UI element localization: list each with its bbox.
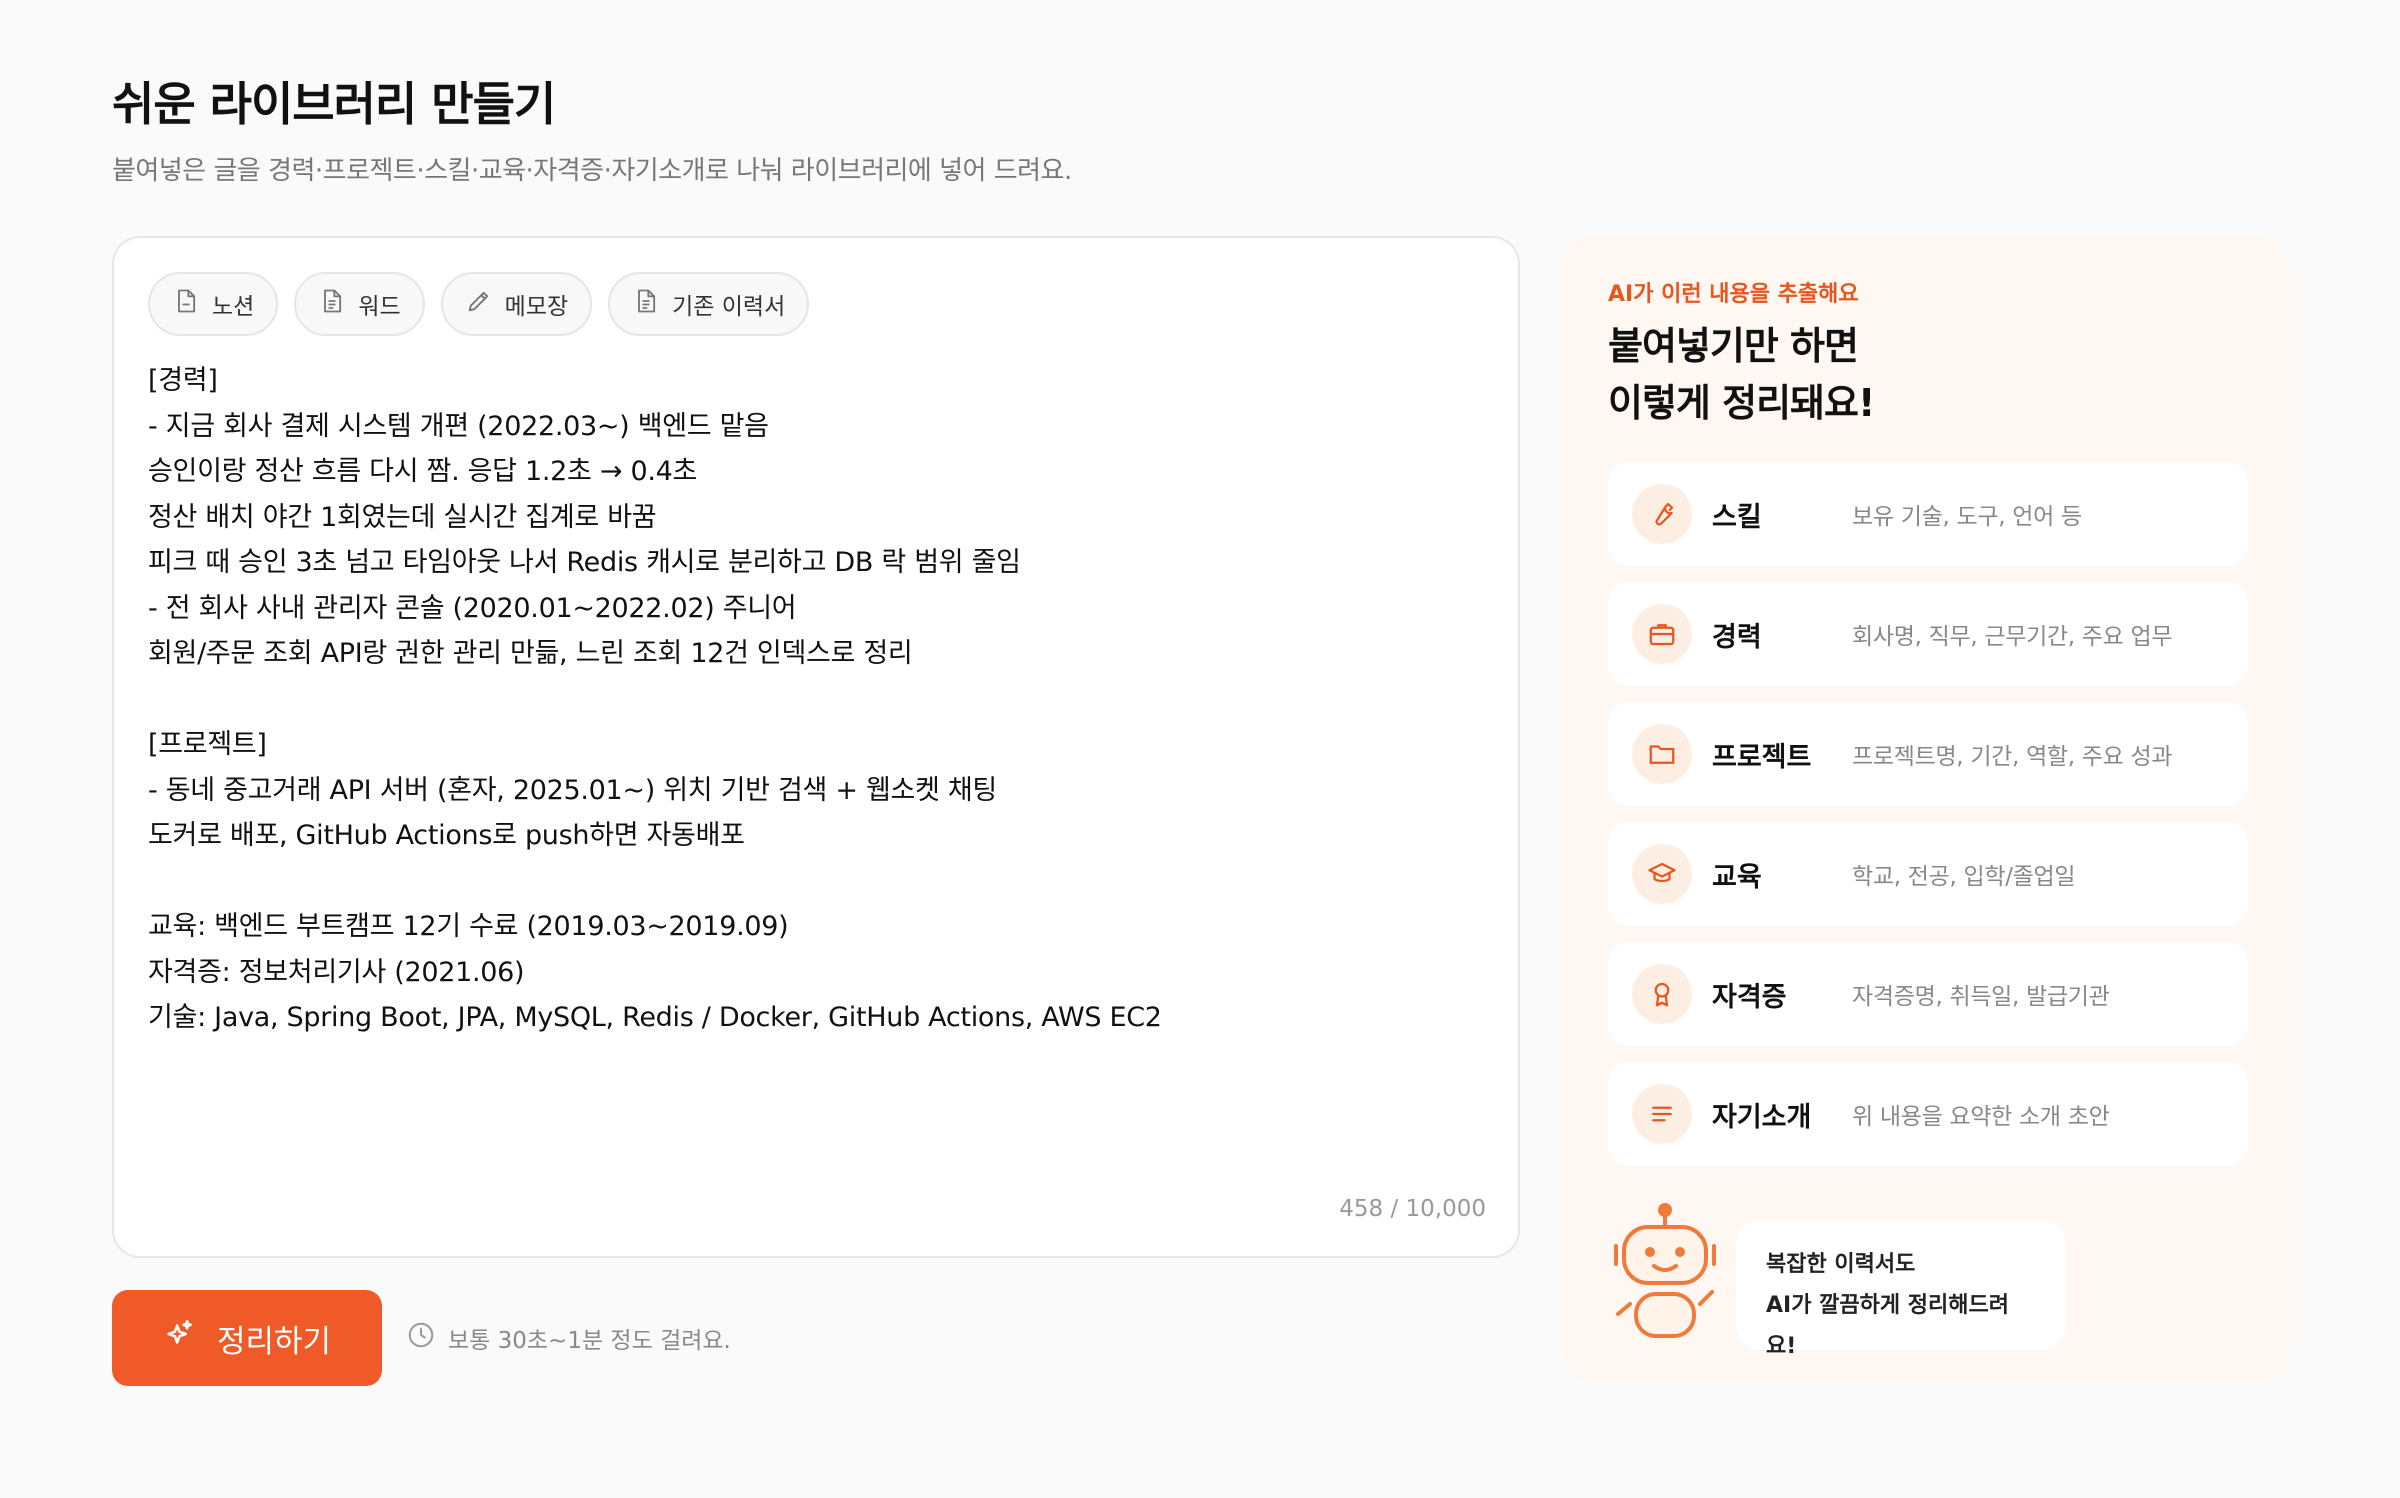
text-line: [경력] (148, 365, 218, 396)
source-chips: 노션 워드 메모장 기존 이력서 (148, 272, 810, 336)
chip-notion[interactable]: 노션 (148, 272, 279, 336)
category-name: 경력 (1712, 621, 1762, 653)
briefcase-icon (1632, 604, 1692, 664)
document-lines-icon (318, 287, 346, 321)
document-icon (172, 287, 200, 321)
chip-existing-resume[interactable]: 기존 이력서 (608, 272, 810, 336)
wrench-icon (1632, 484, 1692, 544)
panel-title: 붙여넣기만 하면 이렇게 정리돼요! (1608, 318, 1875, 432)
category-project: 프로젝트 프로젝트명, 기간, 역할, 주요 성과 (1608, 702, 2248, 806)
chip-label: 메모장 (504, 294, 569, 320)
speech-bubble: 복잡한 이력서도 AI가 깔끔하게 정리해드려요! (1736, 1220, 2066, 1359)
category-name: 스킬 (1712, 501, 1762, 533)
category-name: 자격증 (1712, 981, 1787, 1013)
category-desc: 프로젝트명, 기간, 역할, 주요 성과 (1852, 744, 2173, 770)
category-desc: 회사명, 직무, 근무기간, 주요 업무 (1852, 624, 2173, 650)
category-skill: 스킬 보유 기술, 도구, 언어 등 (1608, 462, 2248, 566)
chip-word[interactable]: 워드 (294, 272, 425, 336)
panel-eyebrow: AI가 이런 내용을 추출해요 (1608, 282, 1859, 307)
category-name: 프로젝트 (1712, 741, 1812, 773)
editor-textarea[interactable]: [경력] - 지금 회사 결제 시스템 개편 (2022.03~) 백엔드 맡음… (148, 358, 1488, 1041)
document-lines-icon (632, 287, 660, 321)
text-line (148, 677, 1488, 723)
category-desc: 위 내용을 요약한 소개 초안 (1852, 1104, 2110, 1130)
robot-mascot-icon (1614, 1203, 1716, 1338)
text-line: 승인이랑 정산 흐름 다시 짬. 응답 1.2초 → 0.4초 (148, 456, 698, 487)
bubble-line: AI가 깔끔하게 정리해드려요! (1766, 1293, 2009, 1359)
panel-title-line: 붙여넣기만 하면 (1608, 324, 1859, 368)
pencil-icon (465, 287, 493, 321)
text-line: - 지금 회사 결제 시스템 개편 (2022.03~) 백엔드 맡음 (148, 410, 769, 442)
text-line: 피크 때 승인 3초 넘고 타임아웃 나서 Redis 캐시로 분리하고 DB … (148, 547, 1021, 578)
text-line: 기술: Java, Spring Boot, JPA, MySQL, Redis… (148, 1002, 1162, 1033)
chip-label: 노션 (212, 294, 255, 320)
text-lines-icon (1632, 1084, 1692, 1144)
category-name: 자기소개 (1712, 1101, 1812, 1133)
category-intro: 자기소개 위 내용을 요약한 소개 초안 (1608, 1062, 2248, 1166)
organize-button-label: 정리하기 (216, 1323, 332, 1359)
text-line: 교육: 백엔드 부트캠프 12기 수료 (2019.03~2019.09) (148, 911, 789, 942)
text-line: 정산 배치 야간 1회였는데 실시간 집계로 바꿈 (148, 501, 657, 533)
graduation-cap-icon (1632, 844, 1692, 904)
text-line: 자격증: 정보처리기사 (2021.06) (148, 956, 525, 988)
text-line: - 전 회사 사내 관리자 콘솔 (2020.01~2022.02) 주니어 (148, 592, 797, 624)
organize-button[interactable]: 정리하기 (112, 1290, 382, 1386)
clock-icon (406, 1320, 436, 1356)
chip-memo[interactable]: 메모장 (440, 272, 593, 336)
category-list: 스킬 보유 기술, 도구, 언어 등 경력 회사명, 직무, 근무기간, 주요 … (1608, 462, 2248, 1182)
panel-title-line: 이렇게 정리돼요! (1608, 381, 1875, 425)
char-count: 458 / 10,000 (1339, 1196, 1486, 1222)
chip-label: 워드 (358, 294, 401, 320)
duration-hint: 보통 30초~1분 정도 걸려요. (406, 1320, 731, 1356)
category-education: 교육 학교, 전공, 입학/졸업일 (1608, 822, 2248, 926)
extraction-preview-panel: AI가 이런 내용을 추출해요 붙여넣기만 하면 이렇게 정리돼요! 스킬 보유… (1562, 236, 2290, 1384)
chip-label: 기존 이력서 (672, 294, 786, 320)
page-subtitle: 붙여넣은 글을 경력·프로젝트·스킬·교육·자격증·자기소개로 나눠 라이브러리… (112, 156, 1072, 186)
text-line: 도커로 배포, GitHub Actions로 push하면 자동배포 (148, 820, 745, 851)
category-career: 경력 회사명, 직무, 근무기간, 주요 업무 (1608, 582, 2248, 686)
category-desc: 자격증명, 취득일, 발급기관 (1852, 984, 2110, 1010)
text-line: 회원/주문 조회 API랑 권한 관리 만듦, 느린 조회 12건 인덱스로 정… (148, 638, 913, 669)
bubble-line: 복잡한 이력서도 (1766, 1252, 1916, 1277)
sparkle-icon (163, 1317, 197, 1359)
paste-editor[interactable]: 노션 워드 메모장 기존 이력서 [경력] - 지금 회사 결제 시스템 개편 … (112, 236, 1520, 1258)
category-desc: 학교, 전공, 입학/졸업일 (1852, 864, 2076, 890)
category-certificate: 자격증 자격증명, 취득일, 발급기관 (1608, 942, 2248, 1046)
category-desc: 보유 기술, 도구, 언어 등 (1852, 504, 2082, 530)
award-icon (1632, 964, 1692, 1024)
hint-text: 보통 30초~1분 정도 걸려요. (448, 1328, 731, 1354)
text-line: [프로젝트] (148, 729, 267, 760)
page-title: 쉬운 라이브러리 만들기 (112, 77, 556, 131)
text-line (148, 859, 1488, 905)
category-name: 교육 (1712, 861, 1762, 893)
folder-icon (1632, 724, 1692, 784)
text-line: - 동네 중고거래 API 서버 (혼자, 2025.01~) 위치 기반 검색… (148, 774, 997, 806)
